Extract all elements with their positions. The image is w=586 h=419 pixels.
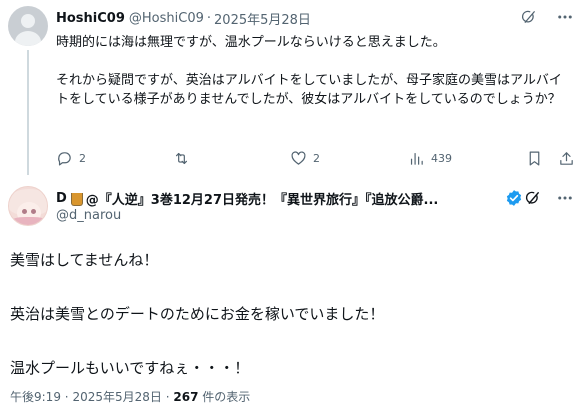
post-time[interactable]: 午後9:19 bbox=[10, 390, 61, 404]
reply-date[interactable]: 2025年5月28日 bbox=[214, 9, 311, 28]
more-options-icon[interactable] bbox=[556, 8, 574, 26]
main-tweet: D @『人逆』3巻12月27日発売！『異世界旅行』『追放公爵... @d_nar… bbox=[0, 178, 586, 419]
views-label: 件の表示 bbox=[202, 390, 251, 404]
view-count: 439 bbox=[431, 151, 452, 165]
comment-icon bbox=[58, 151, 71, 165]
meta-separator: · bbox=[165, 390, 170, 404]
reply-separator: · bbox=[206, 10, 212, 26]
reply-action[interactable]: 2 bbox=[56, 148, 86, 168]
reply-count: 2 bbox=[79, 151, 86, 165]
reply-avatar[interactable] bbox=[8, 6, 48, 46]
main-tweet-meta: 午後9:19 · 2025年5月28日 · 267 件の表示 bbox=[10, 388, 250, 405]
main-top-icons bbox=[524, 189, 574, 207]
reply-action-bar: 2 2 439 bbox=[56, 148, 576, 168]
main-name-text: @『人逆』3巻12月27日発売！『異世界旅行』『追放公爵... bbox=[85, 192, 439, 208]
main-handle[interactable]: @d_narou bbox=[56, 208, 121, 223]
reply-display-name[interactable]: HoshiC09 bbox=[56, 11, 125, 26]
reply-paragraph: それから疑問ですが、英治はアルバイトをしていましたが、母子家庭の美雪はアルバイト… bbox=[56, 73, 562, 107]
more-options-icon[interactable] bbox=[556, 189, 574, 207]
reply-tweet[interactable]: HoshiC09 @HoshiC09 · 2025年5月28日 時期的には海は無… bbox=[0, 0, 586, 175]
reply-paragraph: 時期的には海は無理ですが、温水プールならいけると思えました。 bbox=[56, 35, 446, 50]
main-display-name[interactable]: D @『人逆』3巻12月27日発売！『異世界旅行』『追放公爵... bbox=[56, 188, 501, 208]
bookmark-icon bbox=[529, 151, 540, 165]
repost-action[interactable] bbox=[173, 148, 196, 168]
main-paragraph: 温水プールもいいですねぇ・・・！ bbox=[10, 359, 250, 377]
grok-icon[interactable] bbox=[520, 8, 538, 26]
share-action[interactable] bbox=[558, 148, 575, 168]
whisky-glass-icon bbox=[70, 192, 83, 206]
reply-text: 時期的には海は無理ですが、温水プールならいけると思えました。 それから疑問ですが… bbox=[56, 33, 571, 109]
grok-icon[interactable] bbox=[524, 189, 542, 207]
thread-connector-line bbox=[27, 50, 29, 175]
meta-separator: · bbox=[64, 390, 69, 404]
reply-handle[interactable]: @HoshiC09 bbox=[129, 11, 204, 26]
verified-badge-icon[interactable] bbox=[505, 189, 523, 207]
like-count: 2 bbox=[313, 151, 320, 165]
repost-icon bbox=[175, 152, 188, 164]
main-paragraph: 英治は美雪とのデートのためにお金を稼いでいました！ bbox=[10, 305, 385, 323]
reply-header: HoshiC09 @HoshiC09 · 2025年5月28日 bbox=[56, 8, 311, 28]
main-name-prefix: D bbox=[56, 190, 67, 206]
reply-top-icons bbox=[520, 8, 574, 26]
post-date[interactable]: 2025年5月28日 bbox=[72, 390, 161, 404]
main-paragraph: 美雪はしてませんね！ bbox=[10, 251, 159, 269]
views-chart-icon bbox=[410, 152, 423, 165]
share-icon bbox=[560, 151, 573, 165]
views-action[interactable]: 439 bbox=[408, 148, 452, 168]
bookmark-action[interactable] bbox=[526, 148, 543, 168]
heart-icon bbox=[291, 150, 306, 165]
like-action[interactable]: 2 bbox=[290, 148, 320, 168]
main-avatar[interactable] bbox=[8, 186, 48, 226]
views-count: 267 bbox=[173, 390, 199, 404]
main-tweet-text: 美雪はしてませんね！ 英治は美雪とのデートのためにお金を稼いでいました！ 温水プ… bbox=[10, 247, 570, 382]
